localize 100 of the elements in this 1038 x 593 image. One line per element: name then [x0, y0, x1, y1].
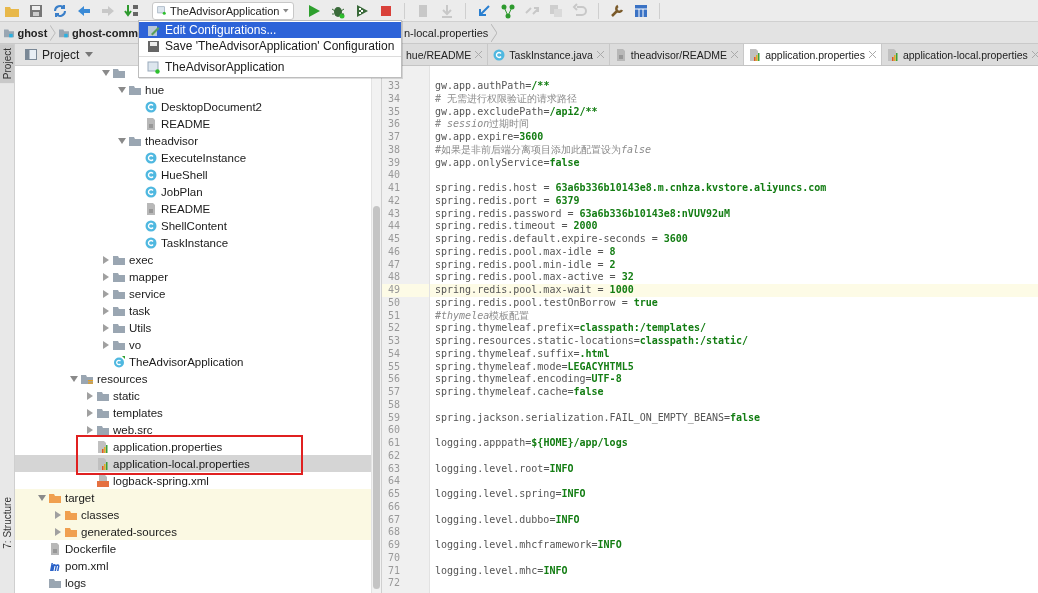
line-number: 48: [387, 271, 402, 284]
tree-item-label: TheAdvisorApplication: [129, 355, 244, 368]
line-number: 55: [387, 360, 402, 374]
tree-item-label: generated-sources: [81, 525, 177, 538]
code-line: logging.level.mhcframework=INFO: [434, 539, 623, 552]
tree-item-label: application.properties: [113, 440, 223, 453]
code-line: spring.thymeleaf.suffix=.html: [434, 347, 611, 361]
line-number: 46: [387, 245, 402, 259]
line-number: 65: [387, 488, 402, 501]
line-number: 34: [387, 92, 402, 106]
line-number: 52: [387, 322, 402, 335]
line-number: 66: [387, 500, 402, 514]
line-number: 47: [387, 258, 402, 272]
tree-item-label: resources: [97, 372, 148, 385]
line-number: 45: [387, 233, 402, 246]
code-line: spring.resources.static-locations=classpath:/static/: [434, 335, 750, 348]
code-line: spring.thymeleaf.prefix=classpath:/templates/: [434, 322, 707, 335]
code-line: spring.thymeleaf.encoding=UTF-8: [434, 373, 623, 386]
code-line: spring.redis.password = 63a6b336b10143e8:nVUV92uM: [434, 207, 731, 221]
line-number: 33: [387, 80, 402, 93]
tree-item-label: hue: [145, 83, 165, 96]
line-number: 39: [387, 156, 402, 170]
line-number: 70: [387, 551, 402, 565]
code-line: gw.app.onlyService=false: [434, 156, 581, 170]
line-number: 40: [387, 169, 402, 182]
code-line: spring.redis.timeout = 2000: [434, 220, 599, 233]
tree-item-label: TaskInstance: [161, 236, 229, 249]
line-number: 68: [387, 526, 402, 539]
tree-item-label: web.src: [113, 423, 153, 436]
line-number: 57: [387, 386, 402, 399]
line-number: 60: [387, 424, 402, 437]
code-comment: # 无需进行权限验证的请求路径: [434, 92, 579, 106]
line-number: 42: [387, 194, 402, 208]
line-number: 67: [387, 513, 402, 527]
code-line: gw.app.expire=3600: [434, 131, 545, 144]
tree-item-label: application-local.properties: [113, 457, 250, 470]
code-comment: #thymelea模板配置: [434, 309, 531, 323]
line-number: 36: [387, 118, 402, 131]
line-number: 64: [387, 475, 402, 488]
line-number: 71: [387, 564, 402, 578]
code-line: spring.redis.host = 63a6b336b10143e8.m.cnhza.kvstore.aliyuncs.com: [434, 182, 828, 195]
line-number: 35: [387, 105, 402, 119]
code-line: spring.redis.pool.testOnBorrow = true: [434, 296, 659, 310]
line-number: 37: [387, 131, 402, 144]
code-line: gw.app.authPath=/**: [434, 80, 551, 93]
tree-item-label: templates: [113, 406, 163, 419]
line-number: 63: [387, 462, 402, 476]
code-line: gw.app.excludePath=/api2/**: [434, 105, 599, 118]
line-number: 54: [387, 347, 402, 361]
line-number: 43: [387, 207, 402, 221]
code-line: logging.level.spring=INFO: [434, 488, 587, 501]
line-number: 59: [387, 411, 402, 425]
tree-item-label: Utils: [129, 321, 152, 334]
code-line: spring.thymeleaf.cache=false: [434, 386, 605, 399]
code-line: spring.jackson.serialization.FAIL_ON_EMPTY_BEANS=false: [434, 411, 762, 425]
tree-item-label: Dockerfile: [65, 542, 117, 555]
code-comment: # session过期时间: [434, 118, 531, 131]
code-line: logging.level.mhc=INFO: [434, 564, 569, 578]
code-comment: #如果是非前后端分离项目添加此配置设为false: [434, 143, 653, 157]
code-line: logging.apppath=${HOME}/app/logs: [434, 437, 629, 450]
line-number: 50: [387, 296, 402, 310]
tree-item-label: HueShell: [161, 168, 208, 181]
tree-item-label: mapper: [129, 270, 168, 283]
code-line: spring.redis.port = 6379: [434, 194, 581, 208]
line-number: 38: [387, 143, 402, 157]
line-number: 49: [382, 284, 429, 297]
line-number: 51: [387, 309, 402, 323]
tree-item-label: vo: [129, 338, 142, 351]
code-line: spring.redis.pool.max-active = 32: [434, 271, 635, 284]
code-line: spring.redis.pool.max-idle = 8: [434, 245, 617, 259]
code-line: spring.redis.default.expire-seconds = 3600: [434, 233, 689, 246]
line-number: 69: [387, 539, 402, 552]
line-number: 62: [387, 449, 402, 463]
code-line: spring.thymeleaf.mode=LEGACYHTML5: [434, 360, 635, 374]
tree-item-label: pom.xml: [65, 559, 109, 572]
tree-item-label: README: [161, 202, 211, 215]
code-line: logging.level.root=INFO: [434, 462, 575, 476]
tree-item-label: target: [65, 491, 95, 504]
line-number: 61: [387, 437, 402, 450]
tree-item-label: static: [113, 389, 140, 402]
line-number: 72: [387, 577, 402, 590]
tree-item-label: classes: [81, 508, 120, 521]
code-line: spring.redis.pool.min-idle = 2: [434, 258, 617, 272]
tree-item-label: JobPlan: [161, 185, 203, 198]
line-number: 58: [387, 398, 402, 412]
tree-item-label: exec: [129, 253, 154, 266]
code-line: logging.level.dubbo=INFO: [434, 513, 581, 527]
tree-item-label: ShellContent: [161, 219, 227, 232]
tree-item-label: theadvisor: [145, 134, 199, 147]
line-number: 44: [387, 220, 402, 233]
line-number: 56: [387, 373, 402, 386]
tree-item-label: logs: [65, 576, 87, 589]
tree-item-label: ExecuteInstance: [161, 151, 247, 164]
tree-item-label: task: [129, 304, 151, 317]
tree-item-label: service: [129, 287, 166, 300]
tree-item-label: README: [161, 117, 211, 130]
line-number: 53: [387, 335, 402, 348]
line-number: 41: [387, 182, 402, 195]
tree-item-label: logback-spring.xml: [113, 474, 209, 487]
tree-item-label: DesktopDocument2: [161, 100, 262, 113]
